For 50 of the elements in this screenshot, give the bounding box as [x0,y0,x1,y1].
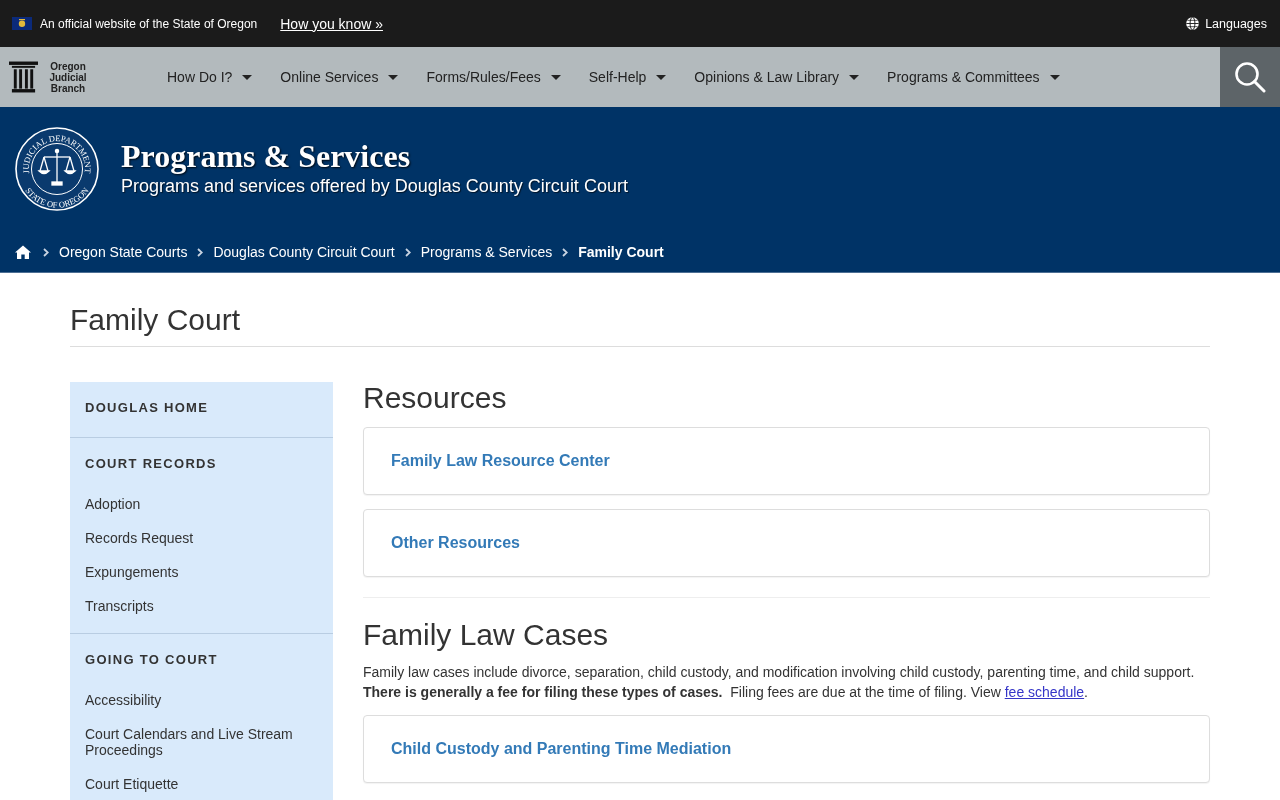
search-icon [1234,61,1266,93]
breadcrumb-current-page: Family Court [578,244,664,260]
sidebar-heading-link[interactable]: DOUGLAS HOME [70,382,333,437]
brand-name[interactable]: Oregon Judicial Branch [45,60,91,94]
sidebar-link[interactable]: Court Etiquette [70,767,333,800]
languages-button[interactable]: Languages [1186,16,1267,31]
nav-menu-item[interactable]: How Do I? [153,47,267,107]
globe-icon [1186,17,1200,30]
chevron-icon [43,247,49,257]
page-title: Family Court [70,302,1210,347]
sidebar-link[interactable]: Accessibility [70,683,333,717]
nav-menu-item[interactable]: Opinions & Law Library [680,47,874,107]
caret-icon [1049,74,1060,80]
breadcrumb-link[interactable]: Programs & Services [420,244,553,260]
official-website-notice: An official website of the State of Oregon [40,16,258,31]
flag-icon [12,17,32,30]
column-logo-icon[interactable] [9,61,38,93]
section-title: Programs & Services [121,138,412,174]
card-title-link[interactable]: Other Resources [391,534,520,552]
sidebar-link[interactable]: Records Request [70,521,333,555]
chevron-icon [562,247,569,257]
chevron-icon [197,247,204,257]
sidebar-link[interactable]: Transcripts [70,589,333,623]
sidebar-heading-link[interactable]: GOING TO COURT [70,634,333,683]
sidebar-heading-link[interactable]: COURT RECORDS [70,438,333,487]
how-you-know-link[interactable]: How you know » [280,15,383,32]
caret-icon [388,74,399,80]
home-icon[interactable] [15,245,31,259]
sidebar-link[interactable]: Adoption [70,487,333,521]
section-heading: Family Law Cases [363,619,610,651]
caret-icon [550,74,561,80]
search-button[interactable] [1220,47,1280,107]
nav-menu-item[interactable]: Online Services [266,47,413,107]
card-title-link[interactable]: Child Custody and Parenting Time Mediation [391,740,732,758]
caret-icon [849,74,860,80]
nav-menu-item[interactable]: Self-Help [574,47,681,107]
section-subtitle: Programs and services offered by Douglas County Circuit Court [121,175,628,198]
caret-icon [656,74,667,80]
nav-menu-item[interactable]: Forms/Rules/Fees [412,47,575,107]
breadcrumb-link[interactable]: Oregon State Courts [59,244,188,260]
nav-menu-item[interactable]: Programs & Committees [873,47,1074,107]
caret-icon [242,74,253,80]
chevron-icon [404,247,411,257]
section-heading: Resources [363,382,508,414]
sidebar-link[interactable]: Expungements [70,555,333,589]
breadcrumb-link[interactable]: Douglas County Circuit Court [213,244,395,260]
fee-schedule-link[interactable]: fee schedule [1004,684,1085,700]
card-title-link[interactable]: Family Law Resource Center [391,452,610,470]
intro-paragraph: Family law cases include divorce, separation, child custody, and modification involving child custody, parenting time, and child support. There is generally a fee for filing these types of cases. Filing fees are due at the time of filing. View fee schedule. [363,663,1196,702]
sidebar-link[interactable]: Court Calendars and Live Stream Proceedings [70,717,333,767]
